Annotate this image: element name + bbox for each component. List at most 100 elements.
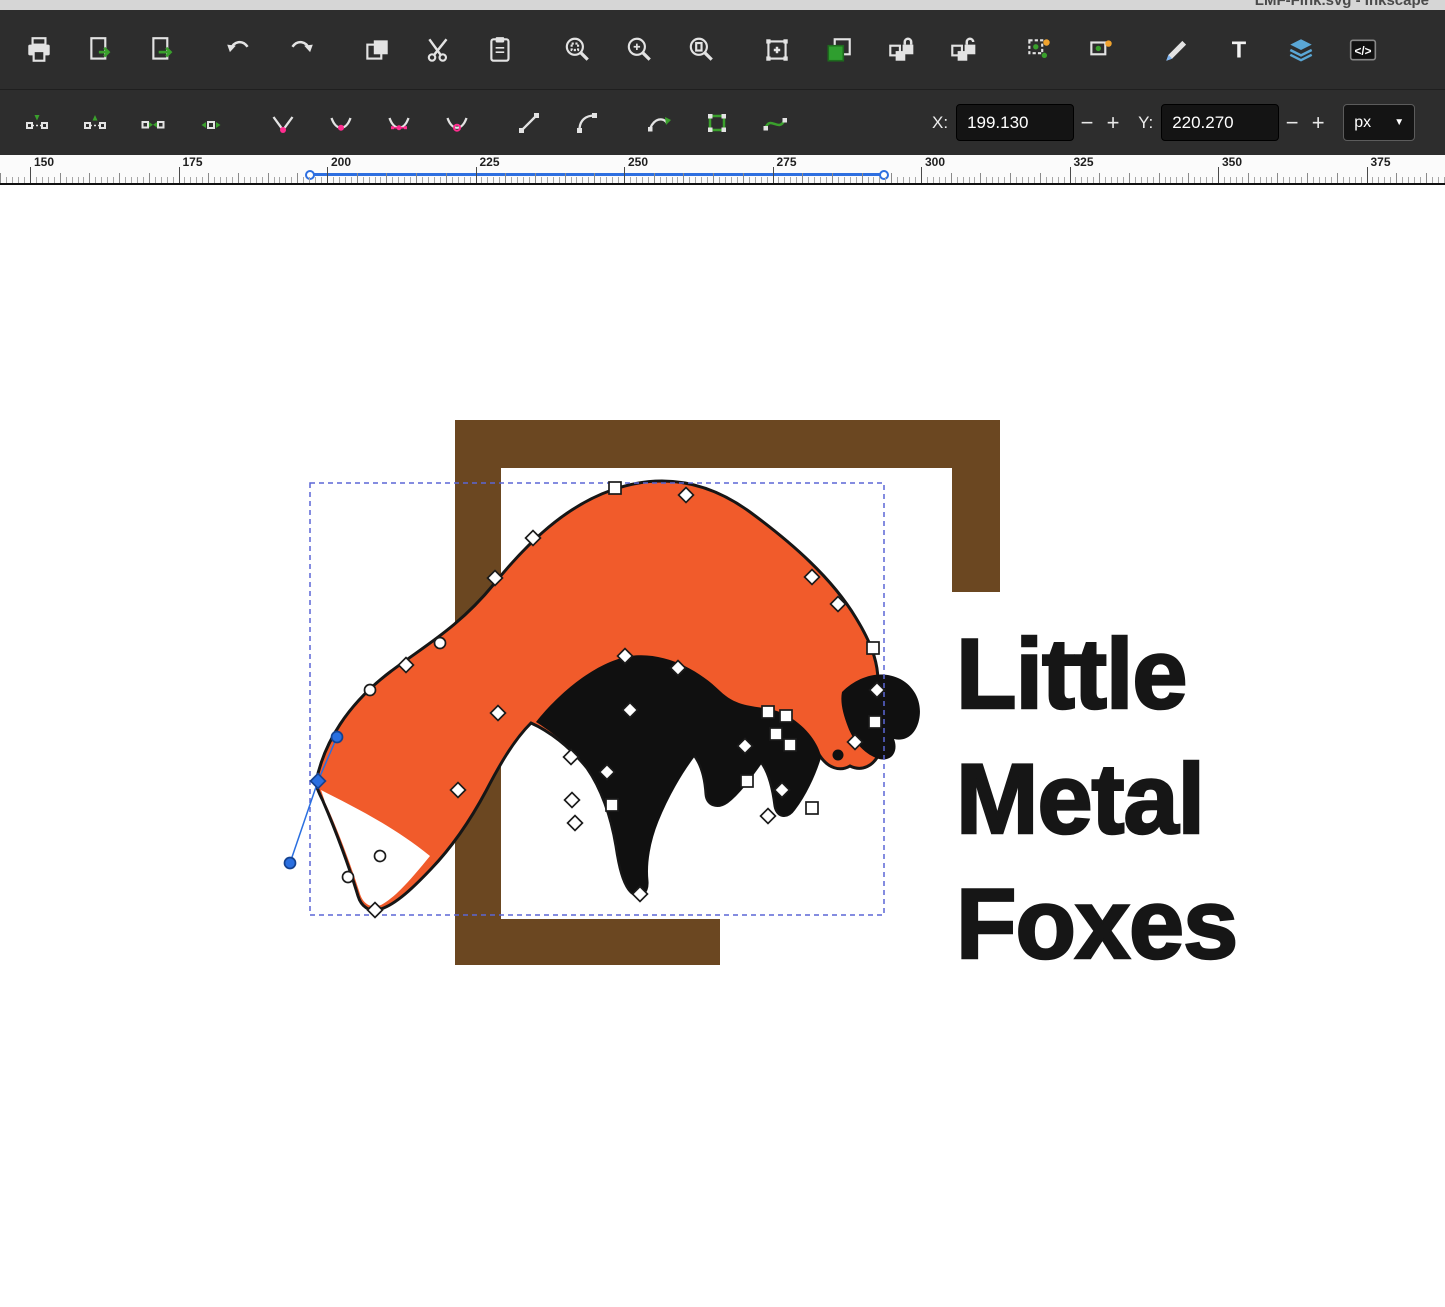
path-node[interactable]	[869, 716, 881, 728]
ruler-tick	[1099, 173, 1100, 183]
segment-line-button[interactable]	[500, 97, 558, 149]
delete-node-button[interactable]	[66, 97, 124, 149]
ruler-tick	[636, 177, 637, 183]
y-value: 220.270	[1172, 113, 1233, 133]
x-decrease-button[interactable]: −	[1074, 104, 1100, 141]
toolbar-gap	[994, 30, 1008, 70]
unit-dropdown[interactable]: px ▼	[1343, 104, 1415, 141]
path-node[interactable]	[806, 802, 818, 814]
ruler-tick	[327, 167, 328, 183]
redo-button[interactable]	[270, 24, 332, 76]
ruler-tick	[1289, 177, 1290, 183]
path-node[interactable]	[867, 642, 879, 654]
logo-line-3[interactable]: Foxes	[956, 861, 1237, 986]
logo-text[interactable]: Little Metal Foxes	[956, 611, 1237, 986]
ruler-tick	[1028, 177, 1029, 183]
paste-button[interactable]	[470, 24, 532, 76]
curve-handle-button[interactable]	[630, 97, 688, 149]
print-button[interactable]	[8, 24, 70, 76]
bezier-handle-line	[290, 781, 318, 863]
x-input[interactable]: 199.130	[956, 104, 1074, 141]
ruler-tick	[54, 177, 55, 183]
path-node[interactable]	[762, 706, 774, 718]
frame-right-bar[interactable]	[952, 420, 1000, 592]
logo-line-1[interactable]: Little	[956, 611, 1237, 736]
path-node[interactable]	[770, 728, 782, 740]
object-to-path-button[interactable]	[688, 97, 746, 149]
canvas[interactable]: Little Metal Foxes	[0, 187, 1445, 1307]
zoom-drawing-button[interactable]	[546, 24, 608, 76]
ruler-tick	[410, 177, 411, 183]
insert-node-button[interactable]	[8, 97, 66, 149]
path-node[interactable]	[375, 851, 386, 862]
ruler-tick	[1432, 177, 1433, 183]
node-auto-button[interactable]	[428, 97, 486, 149]
y-input[interactable]: 220.270	[1161, 104, 1279, 141]
ruler-tick	[648, 177, 649, 183]
lock-objects-button[interactable]	[870, 24, 932, 76]
text-tool-button[interactable]: T	[1208, 24, 1270, 76]
frame-top-bar[interactable]	[455, 420, 1000, 468]
ruler-tick	[1248, 173, 1249, 183]
ruler-tick	[986, 177, 987, 183]
xml-editor-button[interactable]: </>	[1332, 24, 1394, 76]
ruler-tick	[476, 167, 477, 183]
export-document-button[interactable]	[132, 24, 194, 76]
path-node[interactable]	[609, 482, 621, 494]
x-increase-button[interactable]: +	[1100, 104, 1126, 141]
ruler-tick	[309, 177, 310, 183]
path-node[interactable]	[741, 775, 753, 787]
path-node[interactable]	[343, 872, 354, 883]
node-symmetric-button[interactable]	[370, 97, 428, 149]
zoom-selection-button[interactable]	[746, 24, 808, 76]
ruler-tick	[60, 173, 61, 183]
zoom-page-button[interactable]	[670, 24, 732, 76]
ruler-tick	[179, 167, 180, 183]
path-node[interactable]	[435, 638, 446, 649]
ruler-tick	[998, 177, 999, 183]
y-increase-button[interactable]: +	[1305, 104, 1331, 141]
y-decrease-button[interactable]: −	[1279, 104, 1305, 141]
snap-bounding-box-button[interactable]	[1070, 24, 1132, 76]
stroke-to-path-button[interactable]	[746, 97, 804, 149]
segment-curve-button[interactable]	[558, 97, 616, 149]
ruler-tick	[1135, 177, 1136, 183]
node-smooth-button[interactable]	[312, 97, 370, 149]
frame-bottom-bar[interactable]	[455, 919, 720, 965]
ruler-tick	[862, 173, 863, 183]
ruler-tick	[89, 173, 90, 183]
ruler-tick	[1034, 177, 1035, 183]
path-node[interactable]	[606, 799, 618, 811]
undo-button[interactable]	[208, 24, 270, 76]
break-nodes-button[interactable]	[182, 97, 240, 149]
unlock-objects-button[interactable]	[932, 24, 994, 76]
zoom-in-button[interactable]	[608, 24, 670, 76]
path-node[interactable]	[565, 793, 580, 808]
ruler-tick	[1390, 177, 1391, 183]
selected-path-node[interactable]	[332, 732, 343, 743]
ruler-tick	[1206, 177, 1207, 183]
join-nodes-button[interactable]	[124, 97, 182, 149]
horizontal-ruler[interactable]: 150175200225250275300325350375	[0, 155, 1445, 185]
ruler-tick	[1414, 177, 1415, 183]
snap-nodes-button[interactable]	[1008, 24, 1070, 76]
edit-paths-button[interactable]	[1146, 24, 1208, 76]
ruler-tick	[808, 177, 809, 183]
path-node[interactable]	[784, 739, 796, 751]
duplicate-button[interactable]	[346, 24, 408, 76]
logo-line-2[interactable]: Metal	[956, 736, 1237, 861]
cut-button[interactable]	[408, 24, 470, 76]
node-corner-button[interactable]	[254, 97, 312, 149]
fill-stroke-button[interactable]	[808, 24, 870, 76]
path-node[interactable]	[365, 685, 376, 696]
ruler-tick	[357, 173, 358, 183]
selected-path-node[interactable]	[285, 858, 296, 869]
ruler-tick	[434, 177, 435, 183]
ruler-tick	[107, 177, 108, 183]
ruler-tick	[529, 177, 530, 183]
path-node[interactable]	[568, 816, 583, 831]
import-document-button[interactable]	[70, 24, 132, 76]
path-node[interactable]	[761, 809, 776, 824]
path-node[interactable]	[780, 710, 792, 722]
layers-button[interactable]	[1270, 24, 1332, 76]
